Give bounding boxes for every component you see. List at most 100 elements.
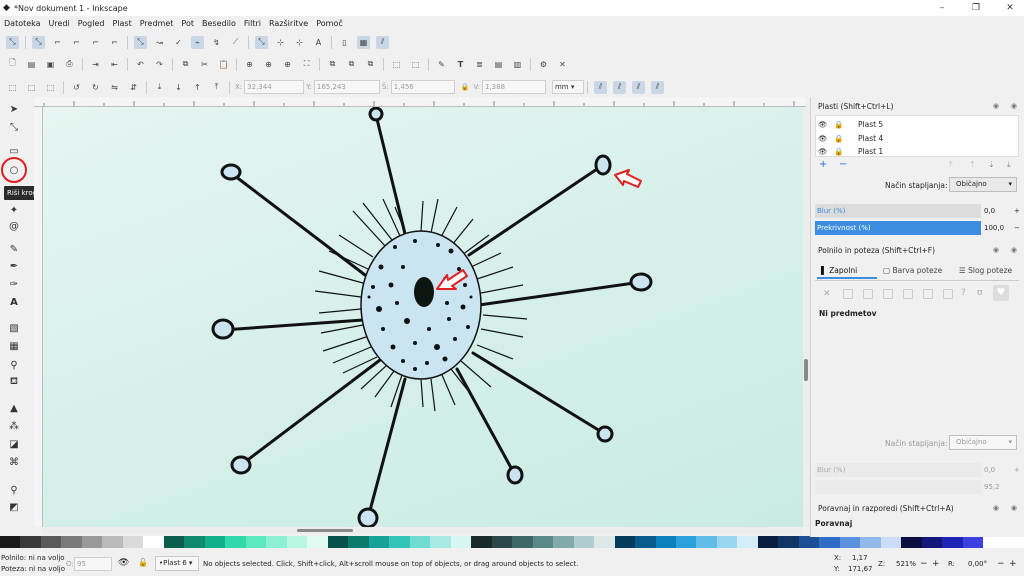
move-patterns-icon[interactable]: ⫽: [650, 80, 664, 94]
dropper-tool-icon[interactable]: ⚲: [7, 358, 21, 372]
snap-page-icon[interactable]: ▯: [338, 36, 351, 49]
height-field[interactable]: 1,388: [481, 80, 546, 94]
snap-grid-icon[interactable]: ▦: [357, 35, 370, 49]
rotate-value[interactable]: 0,00°: [968, 560, 987, 568]
menu-item-object[interactable]: Predmet: [140, 19, 174, 28]
scroll-thumb[interactable]: [297, 529, 353, 532]
layer-row[interactable]: 👁 🔒 Plast 1: [816, 146, 1006, 156]
zoom-page-icon[interactable]: ⊕: [281, 58, 294, 71]
fill-blur-value[interactable]: 0,0: [984, 463, 995, 477]
snap-others-icon[interactable]: ⤡: [255, 35, 268, 49]
deselect-icon[interactable]: ⬚: [44, 81, 57, 94]
node-tool-icon[interactable]: ⤡: [7, 120, 21, 134]
lock-icon[interactable]: 🔒: [834, 118, 844, 131]
snap-intersection-icon[interactable]: ✓: [172, 36, 185, 49]
pencil-tool-icon[interactable]: ✎: [7, 242, 21, 256]
x-field[interactable]: 32,344: [244, 80, 305, 94]
paint-radial-icon[interactable]: [883, 289, 893, 299]
flip-v-icon[interactable]: ⇵: [127, 81, 140, 94]
blend-mode-select[interactable]: Običajno ▾: [949, 177, 1017, 192]
tab-stroke-paint[interactable]: ▢ Barva poteze: [879, 263, 953, 279]
copy-icon[interactable]: ⧉: [179, 58, 192, 71]
snap-bbox-center-icon[interactable]: ⌐: [108, 36, 121, 49]
redo-icon[interactable]: ↷: [153, 58, 166, 71]
opacity-decrease-icon[interactable]: −: [1014, 221, 1020, 235]
connector-tool-icon[interactable]: ⌘: [7, 455, 21, 469]
move-gradients-icon[interactable]: ⫽: [631, 80, 645, 94]
menu-item-file[interactable]: Datoteka: [4, 19, 41, 28]
export-icon[interactable]: ⇤: [108, 58, 121, 71]
paint-none-icon[interactable]: ✕: [823, 289, 831, 299]
fill-blur-increase-icon[interactable]: +: [1014, 463, 1020, 477]
lock-ratio-icon[interactable]: 🔒: [461, 83, 470, 91]
vertical-scrollbar[interactable]: [803, 107, 810, 527]
panel-close-icon[interactable]: ◉: [1011, 502, 1017, 515]
cut-icon[interactable]: ✂: [198, 58, 211, 71]
snap-midpoint-icon[interactable]: ⟋: [229, 36, 242, 49]
document-properties-icon[interactable]: ✕: [556, 58, 569, 71]
horizontal-scrollbar[interactable]: [43, 527, 803, 534]
select-all-layers-icon[interactable]: ⬚: [25, 81, 38, 94]
panel-close-icon[interactable]: ◉: [1011, 100, 1017, 113]
panel-close-icon[interactable]: ◉: [1011, 244, 1017, 257]
paint-pattern-icon[interactable]: [923, 289, 933, 299]
canvas[interactable]: [43, 107, 803, 527]
raise-top-icon[interactable]: ⤒: [210, 81, 223, 94]
minimize-icon[interactable]: –: [936, 2, 948, 14]
zoom-selection-icon[interactable]: ⊕: [243, 58, 256, 71]
preferences-icon[interactable]: ⚙: [537, 58, 550, 71]
panel-detach-icon[interactable]: ◉: [993, 100, 999, 113]
layers-icon[interactable]: ≣: [473, 58, 486, 71]
save-icon[interactable]: ▣: [44, 58, 57, 71]
select-all-icon[interactable]: ⬚: [6, 81, 19, 94]
scroll-thumb[interactable]: [804, 359, 808, 381]
snap-path-icon[interactable]: ↝: [153, 36, 166, 49]
add-layer-icon[interactable]: +: [819, 159, 827, 170]
rotate-decrease-icon[interactable]: −: [997, 559, 1005, 569]
eraser-tool-icon[interactable]: ◪: [7, 437, 21, 451]
gradient-tool-icon[interactable]: ▧: [7, 321, 21, 335]
pen-tool-icon[interactable]: ✒: [7, 259, 21, 273]
menu-item-layer[interactable]: Plast: [112, 19, 131, 28]
panel-detach-icon[interactable]: ◉: [993, 502, 999, 515]
blur-increase-icon[interactable]: +: [1014, 204, 1020, 218]
snap-guide-icon[interactable]: ⫽: [376, 35, 389, 49]
text-font-icon[interactable]: T: [454, 58, 467, 71]
flip-h-icon[interactable]: ⇋: [108, 81, 121, 94]
layer-row[interactable]: 👁 🔒 Plast 5: [816, 118, 1006, 131]
unit-select[interactable]: mm ▾: [551, 80, 584, 94]
fill-blend-mode-select[interactable]: Običajno ▾: [949, 435, 1017, 450]
lock-icon[interactable]: 🔒: [834, 146, 844, 156]
remove-layer-icon[interactable]: −: [839, 159, 847, 170]
eye-icon[interactable]: 👁: [818, 132, 828, 145]
tab-fill[interactable]: ▌ Zapolni: [817, 263, 877, 279]
fill-rule-nonzero-icon[interactable]: ♥: [993, 285, 1009, 301]
snap-bbox-corner-icon[interactable]: ⌐: [70, 36, 83, 49]
zoom-tool-icon[interactable]: ⚲: [7, 483, 21, 497]
paint-flat-icon[interactable]: [843, 289, 853, 299]
tab-stroke-style[interactable]: ☰ Slog poteze: [955, 263, 1019, 279]
spray-tool-icon[interactable]: ⁂: [7, 419, 21, 433]
zoom-drawing-icon[interactable]: ⊕: [262, 58, 275, 71]
y-field[interactable]: 165,243: [313, 80, 380, 94]
layer-top-icon[interactable]: ⤒: [949, 160, 953, 170]
measure-tool-icon[interactable]: ◩: [7, 500, 21, 514]
spiral-tool-icon[interactable]: @: [7, 219, 21, 233]
fill-opacity-slider[interactable]: [815, 480, 981, 494]
panel-detach-icon[interactable]: ◉: [993, 244, 999, 257]
menu-item-text[interactable]: Besedilo: [202, 19, 236, 28]
zoom-out-icon[interactable]: −: [920, 559, 928, 569]
align-icon[interactable]: ▥: [511, 58, 524, 71]
paint-unset-icon[interactable]: ?: [961, 288, 966, 298]
paint-bucket-tool-icon[interactable]: ⛾: [7, 375, 21, 389]
undo-icon[interactable]: ↶: [134, 58, 147, 71]
eye-icon[interactable]: 👁: [818, 118, 828, 131]
paint-linear-icon[interactable]: [863, 289, 873, 299]
fill-blur-slider[interactable]: Blur (%): [815, 463, 981, 477]
opacity-value[interactable]: 100,0: [984, 221, 1004, 235]
text-tool-icon[interactable]: A: [7, 295, 21, 309]
print-icon[interactable]: ⎙: [63, 58, 76, 71]
menu-item-extensions[interactable]: Razširitve: [269, 19, 308, 28]
lower-icon[interactable]: ↓: [172, 81, 185, 94]
layer-select[interactable]: •Plast 6 ▾: [155, 556, 199, 571]
